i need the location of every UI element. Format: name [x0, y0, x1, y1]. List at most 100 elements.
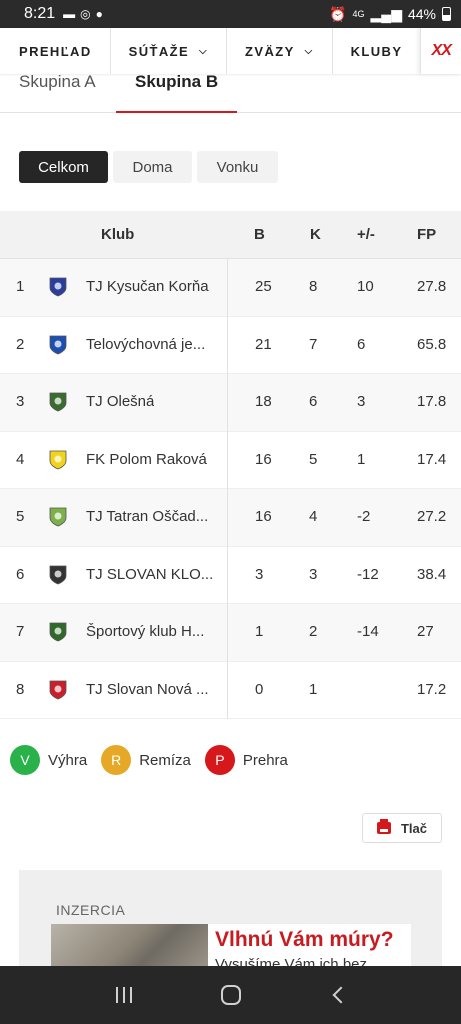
k-cell: 3 — [309, 565, 318, 583]
fp-cell: 27.8 — [417, 278, 447, 295]
signal-icon: ▂▄▆ — [370, 5, 402, 22]
diff-cell: -12 — [357, 565, 379, 583]
standings-table: Klub B K +/- FP 1 TJ Kysučan Korňa 2 5 8 10 27… — [0, 211, 461, 719]
club-crest-icon — [48, 392, 68, 412]
header-club: Klub — [101, 226, 135, 243]
tab-skupina-a[interactable]: Skupina A — [19, 72, 96, 92]
k-cell: 4 — [309, 508, 318, 525]
alert-icon: ● — [95, 7, 103, 21]
print-button[interactable]: Tlač — [362, 813, 442, 843]
rank-cell: 4 — [16, 450, 25, 468]
table-header: Klub B K +/- FP — [0, 211, 461, 259]
club-crest-icon — [48, 622, 68, 642]
legend-item-draw: R Remíza — [101, 745, 191, 775]
rank-cell: 8 — [16, 680, 25, 698]
k-cell: 7 — [309, 335, 318, 353]
b-cell: 3 — [255, 565, 264, 583]
legend-dot: P — [204, 745, 235, 775]
fp-cell: 38.4 — [417, 565, 447, 583]
table-row[interactable]: 3 TJ Olešná 18 6 3 17.8 — [0, 374, 461, 432]
club-name[interactable]: FK Polom Raková — [86, 451, 207, 468]
header-fp: FP — [417, 226, 437, 243]
nav-item-label: SÚŤAŽE — [128, 43, 190, 59]
b-cell: 18 — [255, 393, 272, 410]
status-bar: 8:21 ▬ ◎ ● ⏰ 4G ▂▄▆ 44% — [0, 0, 461, 28]
diff-cell: 10 — [357, 278, 374, 295]
diff-cell: -2 — [357, 508, 371, 525]
diff-cell: -14 — [357, 623, 379, 640]
filter-vonku-button[interactable]: Vonku — [197, 151, 278, 183]
recents-icon — [115, 987, 132, 1003]
nav-item-kluby[interactable]: KLUBY — [333, 28, 421, 74]
nav-item-zvazy[interactable]: ZVÄZY ⌵ — [227, 28, 333, 74]
filter-buttons: Celkom Doma Vonku — [19, 151, 278, 183]
battery-icon — [442, 7, 451, 21]
chevron-down-icon: ⌵ — [199, 45, 209, 57]
alarm-icon: ⏰ — [329, 5, 347, 22]
diff-cell: 3 — [357, 393, 366, 410]
tab-skupina-b[interactable]: Skupina B — [135, 72, 218, 92]
whatsapp-icon: ◎ — [80, 7, 91, 21]
site-logo[interactable]: XX — [420, 28, 461, 74]
club-name[interactable]: TJ SLOVAN KLO... — [86, 566, 213, 583]
fp-cell: 17.2 — [417, 680, 447, 698]
table-row[interactable]: 6 TJ SLOVAN KLO... 3 3 -12 38.4 — [0, 547, 461, 604]
network-label: 4G — [352, 9, 365, 19]
club-name[interactable]: TJ Olešná — [86, 393, 154, 410]
club-name[interactable]: Športový klub H... — [86, 623, 204, 640]
diff-cell: 6 — [357, 335, 366, 353]
status-right: ⏰ 4G ▂▄▆ 44% — [329, 6, 451, 23]
printer-icon — [376, 819, 391, 834]
nav-item-prehlad[interactable]: PREHĽAD — [0, 28, 111, 74]
table-row[interactable]: 8 TJ Slovan Nová ... 0 1 17.2 — [0, 662, 461, 719]
club-name[interactable]: TJ Slovan Nová ... — [86, 681, 209, 698]
table-row[interactable]: 2 Telovýchovná je... 21 7 6 65.8 — [0, 317, 461, 374]
rank-cell: 3 — [16, 393, 25, 410]
nav-item-sutaze[interactable]: SÚŤAŽE ⌵ — [111, 28, 228, 74]
back-button[interactable] — [318, 975, 358, 1015]
club-crest-icon — [48, 277, 68, 297]
chevron-down-icon: ⌵ — [304, 45, 314, 57]
club-name[interactable]: TJ Kysučan Korňa — [86, 278, 209, 295]
legend-dot: R — [101, 745, 132, 775]
battery-percent: 44% — [407, 6, 436, 22]
table-row[interactable]: 1 TJ Kysučan Korňa 25 8 10 27.8 — [0, 259, 461, 317]
logo-text: XX — [431, 42, 452, 59]
club-crest-icon — [48, 507, 68, 527]
column-divider — [227, 259, 228, 719]
header-k: K — [310, 226, 321, 243]
legend-item-loss: P Prehra — [204, 745, 288, 775]
header-diff: +/- — [357, 226, 375, 243]
rank-cell: 2 — [16, 335, 25, 353]
table-body: 1 TJ Kysučan Korňa 25 8 10 27.8 2 Telovýchovná … — [0, 259, 461, 719]
filter-doma-button[interactable]: Doma — [113, 151, 192, 183]
rank-cell: 7 — [16, 623, 25, 640]
rank-cell: 1 — [16, 278, 25, 295]
club-name[interactable]: Telovýchovná je... — [86, 336, 205, 353]
home-button[interactable] — [211, 975, 251, 1015]
legend-label: Výhra — [48, 751, 88, 769]
group-tabs: Skupina A Skupina B — [0, 72, 461, 113]
table-row[interactable]: 5 TJ Tatran Oščad... 16 4 -2 27.2 — [0, 489, 461, 547]
fp-cell: 17.8 — [417, 393, 447, 410]
rank-cell: 5 — [16, 508, 25, 525]
recents-button[interactable] — [104, 975, 144, 1015]
fp-cell: 17.4 — [417, 450, 447, 468]
filter-celkom-button[interactable]: Celkom — [19, 151, 108, 183]
k-cell: 8 — [309, 278, 318, 295]
legend-label: Remíza — [139, 751, 191, 769]
club-crest-icon — [48, 335, 68, 355]
club-crest-icon — [48, 450, 68, 470]
table-row[interactable]: 7 Športový klub H... 1 2 -14 27 — [0, 604, 461, 662]
system-nav-bar — [0, 966, 461, 1024]
legend: V Výhra R Remíza P Prehra — [10, 745, 302, 775]
legend-item-win: V Výhra — [10, 745, 87, 775]
table-row[interactable]: 4 FK Polom Raková 16 5 1 17.4 — [0, 432, 461, 489]
top-nav: PREHĽAD SÚŤAŽE ⌵ ZVÄZY ⌵ KLUBY XX — [0, 28, 461, 74]
club-name[interactable]: TJ Tatran Oščad... — [86, 508, 208, 525]
b-cell: 1 — [255, 623, 264, 640]
b-cell: 16 — [255, 450, 272, 468]
print-label: Tlač — [400, 820, 427, 836]
b-cell: 21 — [255, 335, 272, 353]
nav-item-label: PREHĽAD — [19, 43, 92, 59]
